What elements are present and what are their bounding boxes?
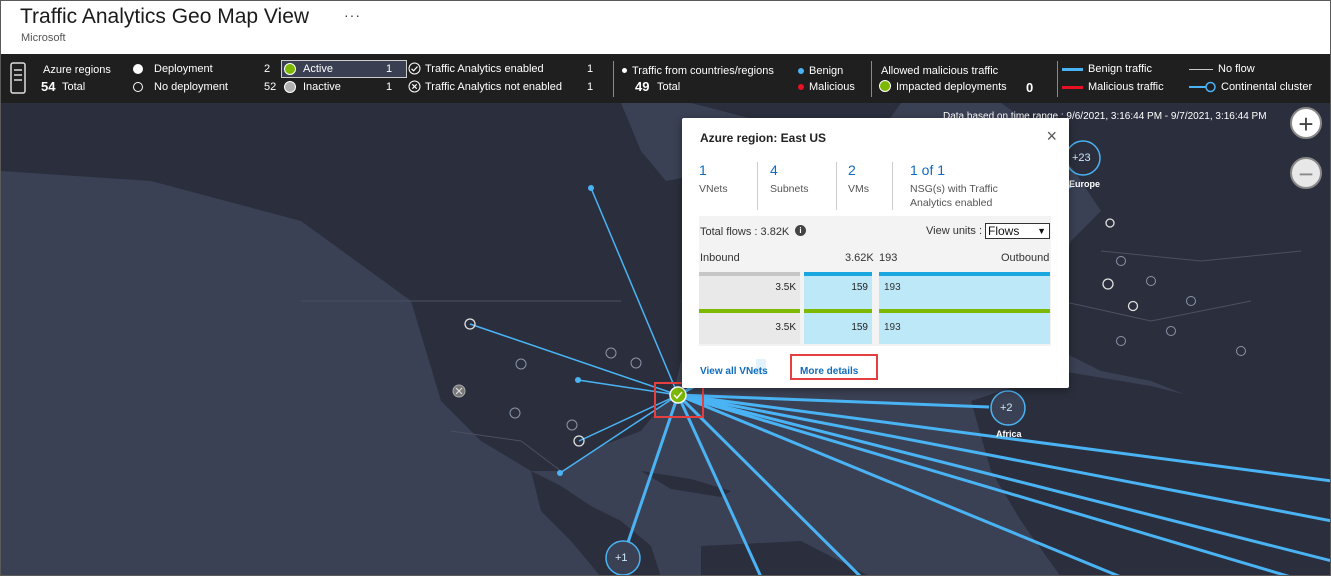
ta-not-enabled-count: 1 <box>587 81 594 93</box>
region-details-popup: Azure region: East US × 1 VNets 4 Subnet… <box>682 118 1069 388</box>
malicious-dot-icon <box>798 84 804 90</box>
active-count: 1 <box>386 63 393 75</box>
nsg-count[interactable]: 1 of 1 <box>910 162 945 178</box>
row1-col2-value: 159 <box>851 282 868 293</box>
allowed-malicious-label: Allowed malicious traffic <box>881 65 999 77</box>
outbound-label: Outbound <box>1001 252 1050 264</box>
legend-bar: Azure regions 54 Total Deployment 2 No d… <box>1 54 1330 103</box>
row2-col3-value: 193 <box>884 322 901 333</box>
server-icon <box>10 62 26 94</box>
no-flow-label: No flow <box>1218 63 1255 75</box>
map-canvas <box>1 103 1330 575</box>
vms-count[interactable]: 2 <box>848 162 856 178</box>
north-america-landmass <box>1 103 701 471</box>
legend-divider <box>871 61 872 97</box>
europe-cluster-label: Europe <box>1069 179 1101 189</box>
chevron-down-icon: ▼ <box>1037 226 1046 236</box>
deployment-label: Deployment <box>154 63 213 75</box>
row2-col1-value: 3.5K <box>775 322 796 333</box>
legend-divider <box>613 61 614 97</box>
continental-cluster-icon <box>1189 81 1216 93</box>
view-units-value: Flows <box>988 224 1020 238</box>
page-subtitle: Microsoft <box>21 32 66 44</box>
stat-divider <box>836 162 837 210</box>
europe-cluster-count[interactable]: +23 <box>1072 152 1091 164</box>
countries-count: 49 <box>635 79 650 94</box>
deployment-dot-icon <box>133 64 143 74</box>
benign-dot-icon <box>798 68 804 74</box>
malicious-traffic-line-icon <box>1062 86 1083 89</box>
benign-label: Benign <box>809 65 844 77</box>
azure-regions-total-label: Total <box>62 81 86 93</box>
africa-cluster-label: Africa <box>996 429 1022 439</box>
inbound-label: Inbound <box>700 252 740 264</box>
vnets-count[interactable]: 1 <box>699 162 707 178</box>
impacted-label: Impacted deployments <box>896 81 1007 93</box>
azure-regions-label: Azure regions <box>43 64 111 76</box>
ta-enabled-count: 1 <box>587 63 594 75</box>
deployment-count: 2 <box>264 63 271 75</box>
subnets-label: Subnets <box>770 183 809 195</box>
benign-traffic-label: Benign traffic <box>1088 63 1153 75</box>
more-options-button[interactable]: ··· <box>344 7 361 23</box>
zoom-out-button[interactable]: − <box>1290 157 1322 189</box>
vnets-label: VNets <box>699 183 728 195</box>
active-dot-icon <box>284 63 296 75</box>
check-circle-icon <box>408 62 421 75</box>
countries-dot-icon <box>622 68 627 73</box>
x-circle-icon <box>408 80 421 93</box>
malicious-label: Malicious <box>809 81 855 93</box>
flow-cell <box>879 313 1050 344</box>
stat-divider <box>892 162 893 210</box>
ta-not-enabled-label: Traffic Analytics not enabled <box>425 81 562 93</box>
nsg-label: NSG(s) with Traffic Analytics enabled <box>910 183 998 209</box>
stat-divider <box>757 162 758 210</box>
continental-cluster-label: Continental cluster <box>1221 81 1313 93</box>
countries-label: Traffic from countries/regions <box>632 65 774 77</box>
view-units-dropdown[interactable]: Flows ▼ <box>985 223 1050 239</box>
page-header: Traffic Analytics Geo Map View ··· Micro… <box>1 1 1330 54</box>
total-flows-label: Total flows : 3.82K <box>700 226 790 238</box>
no-deployment-count: 52 <box>264 81 277 93</box>
impacted-dot-icon <box>879 80 891 92</box>
africa-cluster-count[interactable]: +2 <box>1000 402 1013 414</box>
view-units-label: View units : <box>926 225 983 237</box>
ta-enabled-label: Traffic Analytics enabled <box>425 63 544 75</box>
outbound-total: 193 <box>879 252 898 264</box>
flow-cell <box>879 276 1050 309</box>
azure-regions-total-count: 54 <box>41 79 56 94</box>
inbound-total: 3.62K <box>845 252 874 264</box>
no-deployment-label: No deployment <box>154 81 228 93</box>
page-title: Traffic Analytics Geo Map View <box>20 5 310 28</box>
more-details-highlight-box <box>790 354 878 380</box>
legend-divider <box>1057 61 1058 97</box>
active-label: Active <box>303 63 333 75</box>
no-flow-line-icon <box>1189 69 1213 70</box>
south-america-landmass <box>701 541 868 575</box>
no-deployment-dot-icon <box>133 82 143 92</box>
row2-col2-value: 159 <box>851 322 868 333</box>
inactive-dot-icon <box>284 81 296 93</box>
row1-col3-value: 193 <box>884 282 901 293</box>
benign-traffic-line-icon <box>1062 68 1083 71</box>
malicious-traffic-label: Malicious traffic <box>1088 81 1164 93</box>
central-america-landmass <box>531 471 661 575</box>
vms-label: VMs <box>848 183 869 195</box>
impacted-count: 0 <box>1026 80 1034 95</box>
south-cluster-count[interactable]: +1 <box>615 552 628 564</box>
inactive-label: Inactive <box>303 81 341 93</box>
row1-col1-value: 3.5K <box>775 282 796 293</box>
zoom-in-button[interactable]: + <box>1290 107 1322 139</box>
close-icon[interactable]: × <box>1046 126 1057 147</box>
geo-map[interactable]: +23 Europe +2 Africa +1 Data based on ti… <box>1 103 1330 575</box>
view-all-vnets-link[interactable]: View all VNets <box>700 366 768 377</box>
app-window: Traffic Analytics Geo Map View ··· Micro… <box>0 0 1331 576</box>
inactive-count: 1 <box>386 81 393 93</box>
popup-title: Azure region: East US <box>700 131 827 145</box>
info-icon[interactable]: i <box>795 225 806 236</box>
countries-total-label: Total <box>657 81 681 93</box>
subnets-count[interactable]: 4 <box>770 162 778 178</box>
